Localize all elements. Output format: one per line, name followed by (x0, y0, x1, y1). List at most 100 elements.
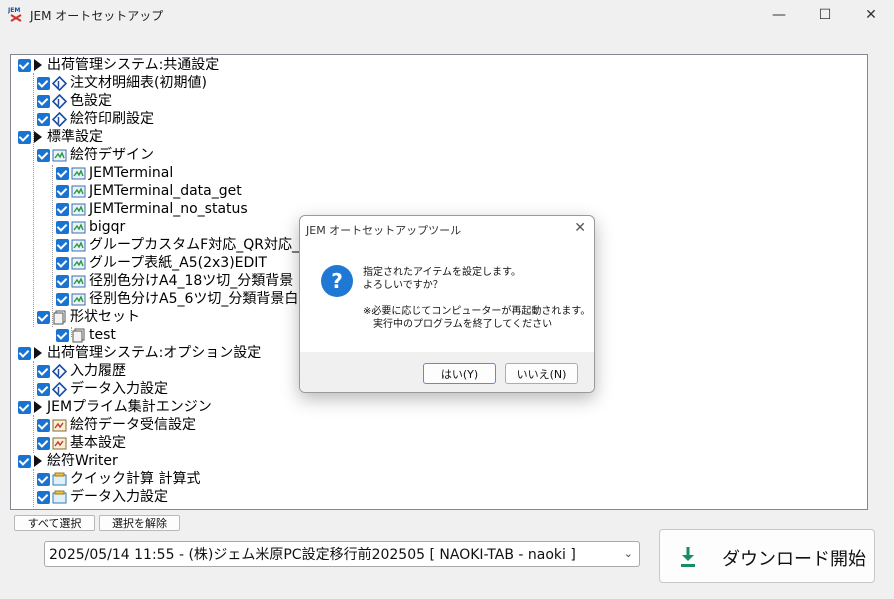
tree-node-label: 形状セット (70, 309, 140, 325)
tree-node[interactable]: 標準設定 (18, 128, 103, 146)
writer-icon (52, 472, 67, 485)
tree-node-label: 出荷管理システム:オプション設定 (47, 345, 262, 361)
chevron-down-icon: ⌄ (623, 547, 633, 560)
select-all-button[interactable]: すべて選択 (14, 515, 95, 531)
tree-node-label: 径別色分けA5_6ツ切_分類背景白 (89, 291, 299, 307)
expand-arrow-icon[interactable] (34, 455, 42, 467)
maximize-button[interactable]: ☐ (802, 0, 848, 30)
jem-diamond-icon: J (52, 111, 67, 127)
checkbox-checked[interactable] (37, 418, 50, 432)
download-start-button[interactable]: ダウンロード開始 (659, 529, 875, 583)
tree-guide (33, 361, 34, 399)
expand-arrow-icon[interactable] (34, 347, 42, 359)
checkbox-checked[interactable] (37, 436, 50, 450)
dialog-message-line4: 実行中のプログラムを終了してください (373, 319, 553, 330)
tree-node[interactable]: 径別色分けA5_6ツ切_分類背景白 (56, 290, 298, 308)
checkbox-checked[interactable] (37, 112, 50, 126)
checkbox-checked[interactable] (56, 274, 69, 288)
tree-node-label: グループ表紙_A5(2x3)EDIT (89, 255, 267, 271)
download-icon (681, 547, 695, 567)
tree-node[interactable]: 出荷管理システム:オプション設定 (18, 344, 261, 362)
tree-node-label: 注文材明細表(初期値) (70, 75, 207, 91)
checkbox-checked[interactable] (56, 328, 69, 342)
tree-node[interactable]: 絵符Writer (18, 452, 118, 470)
jem-app-icon: JEM (8, 7, 22, 22)
tree-guide (33, 415, 34, 453)
tree-node[interactable]: J 入力履歴 (37, 362, 126, 380)
jem-diamond-icon: J (52, 381, 67, 397)
no-button[interactable]: いいえ(N) (505, 363, 578, 384)
checkbox-checked[interactable] (18, 346, 31, 360)
dialog-message-line1: 指定されたアイテムを設定します。 (363, 267, 521, 278)
expand-arrow-icon[interactable] (34, 401, 42, 413)
tree-node-label: bigqr (89, 219, 126, 235)
tree-node-label: JEMTerminal_data_get (89, 183, 242, 199)
shape-set-icon (53, 310, 66, 324)
tree-node[interactable]: JEMTerminal (56, 164, 173, 182)
tree-node[interactable]: クイック計算 計算式 (37, 470, 200, 488)
minimize-button[interactable]: — (756, 0, 802, 30)
tree-node[interactable]: bigqr (56, 218, 125, 236)
checkbox-checked[interactable] (37, 148, 50, 162)
tree-node-label: データ入力設定 (70, 381, 168, 397)
label-design-icon (71, 221, 86, 233)
checkbox-checked[interactable] (18, 400, 31, 414)
checkbox-checked[interactable] (18, 454, 31, 468)
tree-node[interactable]: 径別色分けA4_18ツ切_分類背景 (56, 272, 293, 290)
checkbox-checked[interactable] (37, 490, 50, 504)
expand-arrow-icon[interactable] (34, 131, 42, 143)
svg-text:JEM: JEM (8, 7, 20, 14)
checkbox-checked[interactable] (37, 472, 50, 486)
tree-node-label: 色設定 (70, 93, 112, 109)
checkbox-checked[interactable] (37, 364, 50, 378)
checkbox-checked[interactable] (56, 292, 69, 306)
tree-node-label: 絵符Writer (47, 453, 118, 469)
checkbox-checked[interactable] (56, 256, 69, 270)
checkbox-checked[interactable] (56, 166, 69, 180)
tree-node[interactable]: グループ表紙_A5(2x3)EDIT (56, 254, 267, 272)
tree-node[interactable]: データ入力設定 (37, 488, 168, 506)
tree-node[interactable]: 絵符データ受信設定 (37, 416, 196, 434)
yes-button[interactable]: はい(Y) (423, 363, 496, 384)
tree-node[interactable]: J データ入力設定 (37, 380, 168, 398)
tree-node-label: JEMTerminal_no_status (89, 201, 248, 217)
tree-node[interactable]: test (56, 326, 116, 344)
checkbox-checked[interactable] (56, 220, 69, 234)
download-button-label: ダウンロード開始 (722, 549, 866, 570)
tree-node[interactable]: JEMTerminal_data_get (56, 182, 242, 200)
checkbox-checked[interactable] (37, 94, 50, 108)
tree-node-label: 絵符デザイン (70, 147, 154, 163)
tree-node[interactable]: J 注文材明細表(初期値) (37, 74, 207, 92)
tree-node[interactable]: 形状セット (37, 308, 140, 326)
checkbox-checked[interactable] (37, 310, 50, 324)
checkbox-checked[interactable] (18, 130, 31, 144)
tree-node[interactable]: JEMプライム集計エンジン (18, 398, 212, 416)
tree-node[interactable]: JEMTerminal_no_status (56, 200, 248, 218)
close-button[interactable]: ✕ (848, 0, 894, 30)
tree-node[interactable]: 基本設定 (37, 434, 126, 452)
checkbox-checked[interactable] (18, 58, 31, 72)
tree-node-label: クイック計算 計算式 (70, 471, 201, 487)
backup-select[interactable]: 2025/05/14 11:55 - (株)ジェム米原PC設定移行前202505… (44, 541, 640, 567)
tree-node[interactable]: グループカスタムF対応_QR対応_表 (56, 236, 313, 254)
tree-node-label: 標準設定 (47, 129, 103, 145)
checkbox-checked[interactable] (37, 382, 50, 396)
tree-node-label: JEMプライム集計エンジン (47, 399, 212, 415)
tree-node[interactable]: 出荷管理システム:共通設定 (18, 56, 219, 74)
tree-node[interactable]: J 絵符印刷設定 (37, 110, 154, 128)
tree-node[interactable]: J 色設定 (37, 92, 112, 110)
checkbox-checked[interactable] (37, 76, 50, 90)
dialog-message-line2: よろしいですか？ (363, 280, 443, 291)
engine-icon (52, 437, 67, 449)
deselect-all-button[interactable]: 選択を解除 (99, 515, 180, 531)
expand-arrow-icon[interactable] (34, 59, 42, 71)
writer-icon (52, 490, 67, 503)
dialog-title: JEM オートセットアップツール (306, 224, 462, 237)
checkbox-checked[interactable] (56, 184, 69, 198)
checkbox-checked[interactable] (56, 202, 69, 216)
tree-node[interactable]: 絵符デザイン (37, 146, 154, 164)
tree-node-label: 入力履歴 (70, 363, 126, 379)
checkbox-checked[interactable] (56, 238, 69, 252)
dialog-close-button[interactable]: ✕ (574, 220, 586, 236)
tree-node-label: 基本設定 (70, 435, 126, 451)
